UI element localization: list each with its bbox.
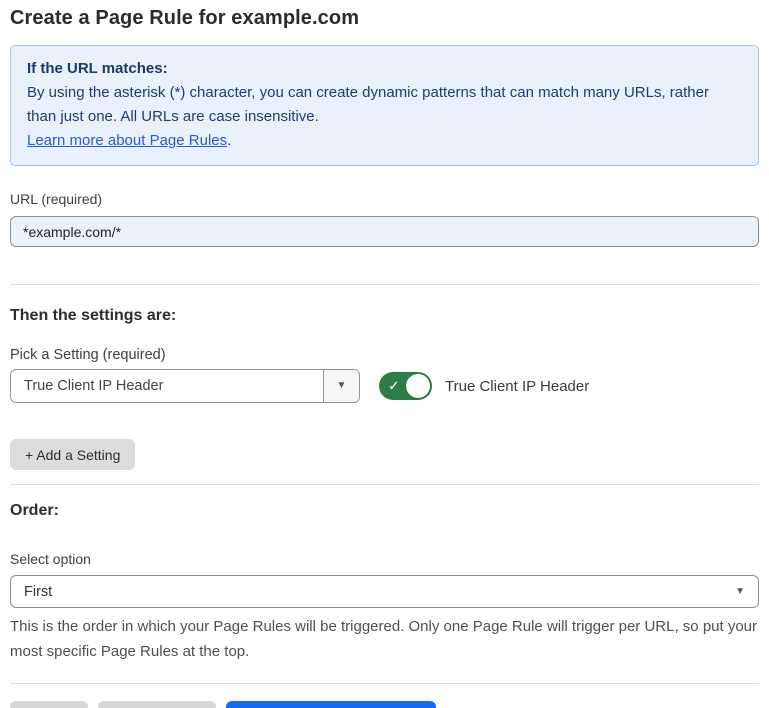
url-match-info-box: If the URL matches: By using the asteris… [10,45,759,166]
link-suffix: . [227,132,231,149]
save-and-deploy-button[interactable]: Save and Deploy Page Rule [226,701,436,708]
page-rule-form: Create a Page Rule for example.com If th… [0,7,769,708]
chevron-down-icon: ▼ [735,587,745,597]
setting-select[interactable]: True Client IP Header ▼ [10,369,360,403]
setting-row: True Client IP Header ▼ ✓ True Client IP… [10,369,759,403]
pick-setting-label: Pick a Setting (required) [10,347,759,363]
order-help-text: This is the order in which your Page Rul… [10,614,759,664]
setting-select-arrow-button[interactable]: ▼ [323,370,359,402]
order-select-value: First [24,584,52,600]
order-select-label: Select option [10,551,759,567]
cancel-button[interactable]: Cancel [10,701,88,708]
true-client-ip-toggle[interactable]: ✓ [379,372,432,400]
order-select[interactable]: First ▼ [10,575,759,608]
toggle-knob [406,374,430,398]
info-box-link-line: Learn more about Page Rules. [27,129,742,153]
setting-select-value: True Client IP Header [11,370,323,402]
info-box-heading: If the URL matches: [27,57,742,81]
order-section-heading: Order: [10,502,759,520]
chevron-down-icon: ▼ [337,381,347,391]
learn-more-link[interactable]: Learn more about Page Rules [27,132,227,149]
settings-section-heading: Then the settings are: [10,307,759,325]
url-input[interactable] [10,216,759,247]
divider [10,484,759,485]
save-as-draft-button[interactable]: Save as Draft [98,701,217,708]
divider [10,284,759,285]
divider [10,683,759,684]
toggle-label: True Client IP Header [445,378,589,395]
info-box-body: By using the asterisk (*) character, you… [27,81,742,129]
page-title: Create a Page Rule for example.com [10,7,759,30]
form-actions: Cancel Save as Draft Save and Deploy Pag… [10,701,759,708]
url-field-label: URL (required) [10,191,759,207]
check-icon: ✓ [388,378,400,395]
add-setting-button[interactable]: + Add a Setting [10,439,135,470]
